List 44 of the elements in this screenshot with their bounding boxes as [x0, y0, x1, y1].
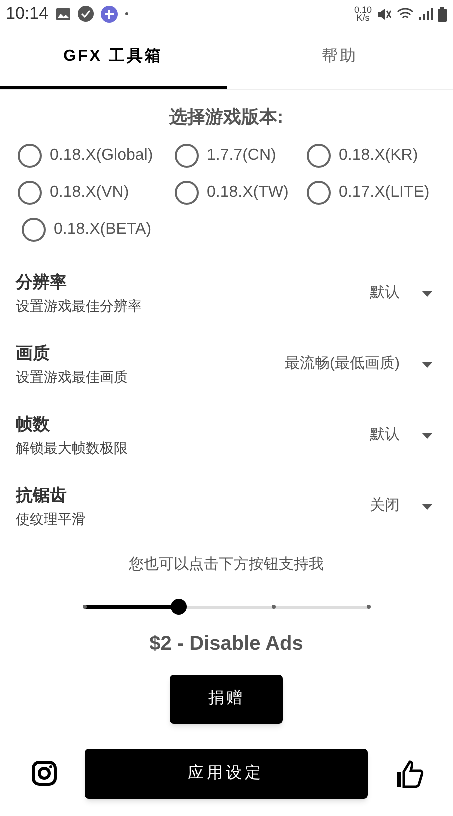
donation-label: $2 - Disable Ads — [148, 632, 304, 656]
image-icon — [56, 8, 71, 20]
setting-title: 抗锯齿 — [16, 485, 68, 508]
setting-dropdown[interactable]: 关闭 — [370, 495, 433, 518]
support-text: 您也可以点击下方按钮支持我 — [128, 555, 325, 575]
version-radio[interactable]: 0.17.X(LITE) — [307, 174, 447, 211]
tab[interactable]: 帮助 — [226, 28, 453, 89]
caret-icon — [422, 432, 433, 438]
caret-icon — [422, 362, 433, 368]
version-radio[interactable]: 1.7.7(CN) — [175, 137, 307, 174]
signal-icon — [419, 8, 433, 20]
donate-button[interactable]: 捐赠 — [170, 674, 283, 724]
setting-subtitle: 解锁最大帧数极限 — [16, 438, 128, 458]
version-radio[interactable]: 0.18.X(BETA) — [18, 211, 175, 248]
setting-subtitle: 使纹理平滑 — [16, 510, 86, 529]
tab[interactable]: GFX 工具箱 — [0, 28, 226, 89]
app-icon — [78, 6, 94, 22]
setting-subtitle: 设置游戏最佳画质 — [16, 368, 128, 387]
setting-title: 分辨率 — [16, 272, 68, 294]
caret-icon — [422, 290, 433, 296]
setting-title: 画质 — [16, 343, 51, 366]
setting-subtitle: 设置游戏最佳分辨率 — [16, 296, 142, 316]
thumbs-up-icon[interactable] — [395, 758, 425, 788]
version-radio[interactable]: 0.18.X(Global) — [18, 137, 175, 174]
instagram-icon[interactable] — [32, 761, 57, 786]
network-speed: 0.10 — [354, 6, 372, 14]
wifi-icon — [397, 8, 414, 20]
version-radio[interactable]: 0.18.X(VN) — [18, 174, 175, 211]
plus-icon — [100, 6, 118, 22]
setting-title: 帧数 — [16, 414, 51, 436]
apply-button[interactable]: 应用设定 — [84, 748, 368, 798]
donation-slider[interactable] — [84, 596, 368, 616]
version-radio[interactable]: 0.18.X(TW) — [175, 174, 307, 211]
mute-icon — [377, 8, 392, 20]
battery-icon — [438, 6, 447, 22]
speed-unit: K/s — [356, 14, 370, 22]
version-heading: 选择游戏版本: — [168, 106, 284, 129]
version-radio[interactable]: 0.18.X(KR) — [307, 137, 447, 174]
caret-icon — [422, 504, 433, 510]
setting-dropdown[interactable]: 最流畅(最低画质) — [285, 353, 433, 376]
setting-dropdown[interactable]: 默认 — [370, 424, 433, 447]
dot-icon — [124, 12, 129, 16]
setting-dropdown[interactable]: 默认 — [370, 282, 433, 305]
status-time: 10:14 — [6, 3, 49, 26]
